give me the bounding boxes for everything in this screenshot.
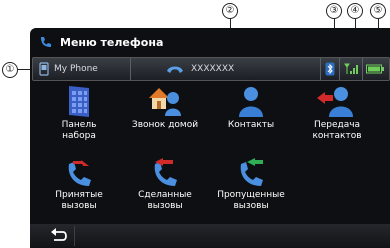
callout-2: ② <box>222 3 238 19</box>
page-title: Меню телефона <box>60 35 164 49</box>
callout-3: ③ <box>326 3 342 19</box>
tile-missed-label-1: Пропущенные <box>217 190 285 200</box>
tile-missed-label-2: вызовы <box>233 201 269 211</box>
tile-received-calls[interactable]: Принятые вызовы <box>36 158 122 224</box>
device-name: My Phone <box>54 64 98 74</box>
menu-grid: Панель набора Звонок домой Контакты Пере… <box>36 84 384 220</box>
dialed-calls-icon <box>154 158 177 186</box>
tile-call-home[interactable]: Звонок домой <box>122 84 208 150</box>
tile-transfer-contacts[interactable]: Передача контактов <box>294 84 380 150</box>
tile-contacts-label: Контакты <box>227 120 275 130</box>
bluetooth-indicator <box>321 58 340 80</box>
tile-transfer-label-2: контактов <box>312 131 362 141</box>
tile-dial-pad-label-1: Панель <box>61 120 97 130</box>
tile-dial-pad-label-2: набора <box>62 131 96 141</box>
mobile-phone-icon <box>39 62 49 76</box>
battery-indicator <box>363 58 387 80</box>
phone-menu-icon <box>41 37 51 47</box>
tile-received-label-1: Принятые <box>55 190 103 200</box>
phone-handset-icon <box>167 66 183 73</box>
tile-dialed-calls[interactable]: Сделанные вызовы <box>122 158 208 224</box>
tile-missed-calls[interactable]: Пропущенные вызовы <box>208 158 294 224</box>
missed-calls-icon <box>240 158 263 186</box>
bottom-bar <box>30 224 390 248</box>
back-arrow-icon <box>51 228 67 241</box>
phone-number: XXXXXXX <box>191 64 235 74</box>
phone-menu-screen: Меню телефона My Phone XXXXXXX Панель на… <box>30 28 390 248</box>
title-bar: Меню телефона <box>30 28 390 56</box>
bluetooth-icon <box>325 62 335 76</box>
tile-contacts[interactable]: Контакты <box>208 84 294 150</box>
device-name-area[interactable]: My Phone <box>33 58 131 80</box>
tile-received-label-2: вызовы <box>61 201 97 211</box>
back-button[interactable] <box>44 226 75 246</box>
tile-dial-pad[interactable]: Панель набора <box>36 84 122 150</box>
signal-indicator <box>340 58 363 80</box>
call-home-icon <box>149 88 181 116</box>
transfer-contacts-icon <box>317 87 353 117</box>
contacts-icon <box>239 87 263 117</box>
battery-icon <box>366 64 384 74</box>
status-bar: My Phone XXXXXXX <box>32 57 390 81</box>
callout-5: ⑤ <box>370 3 386 19</box>
callout-1: ① <box>2 62 18 78</box>
tile-transfer-label-1: Передача <box>313 120 361 130</box>
tile-dialed-label-2: вызовы <box>147 201 183 211</box>
keypad-icon <box>69 86 89 117</box>
received-calls-icon <box>68 160 91 186</box>
phone-number-area: XXXXXXX <box>131 58 321 80</box>
tile-call-home-label: Звонок домой <box>131 120 199 130</box>
tile-dialed-label-1: Сделанные <box>138 190 192 200</box>
callout-4: ④ <box>347 3 363 19</box>
signal-strength-icon <box>344 63 358 74</box>
